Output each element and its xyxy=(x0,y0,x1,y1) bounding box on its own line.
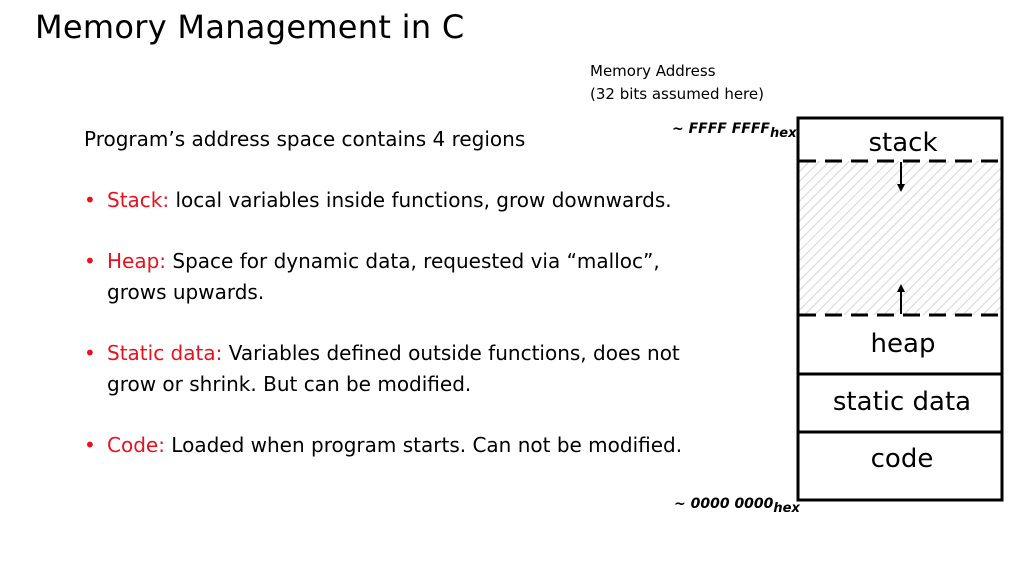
region-label-stack: stack xyxy=(868,128,937,158)
memory-layout-diagram: stack heap static data code xyxy=(796,116,1004,502)
region-label-heap: heap xyxy=(871,329,936,359)
region-label-static-data: static data xyxy=(833,387,971,417)
region-label-code: code xyxy=(871,444,934,474)
